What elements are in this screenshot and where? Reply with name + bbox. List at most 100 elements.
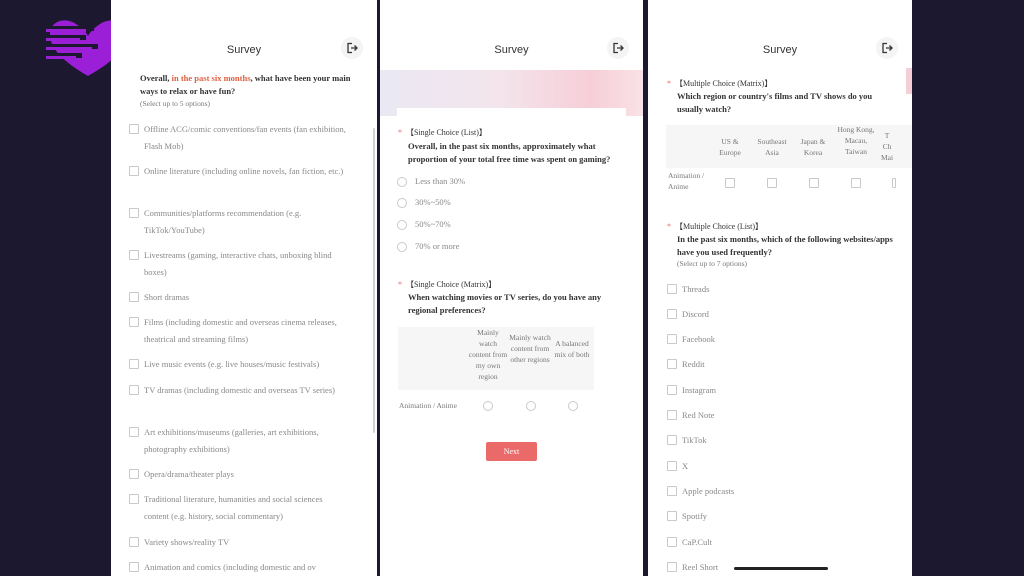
exit-button[interactable]: [607, 37, 629, 59]
survey-panel-1: Survey Overall, in the past six months, …: [111, 0, 377, 576]
matrix-checkbox[interactable]: [892, 178, 896, 188]
option-label: 30%~50%: [415, 197, 451, 207]
option-label: TV dramas (including domestic and overse…: [144, 385, 335, 395]
option-checkbox[interactable]: [129, 317, 139, 327]
option-radio[interactable]: [397, 242, 407, 252]
question-type-tag: * 【Single Choice (List)】: [398, 128, 487, 137]
matrix-checkbox[interactable]: [767, 178, 777, 188]
option-checkbox[interactable]: [667, 486, 677, 496]
option-checkbox[interactable]: [129, 359, 139, 369]
option-checkbox[interactable]: [129, 208, 139, 218]
option-label: Films (including domestic and overseas c…: [144, 317, 337, 344]
option-checkbox[interactable]: [667, 562, 677, 572]
option-checkbox[interactable]: [129, 427, 139, 437]
option-label: Discord: [682, 309, 709, 319]
home-indicator[interactable]: [734, 567, 828, 570]
question-title: Overall, in the past six months, what ha…: [140, 73, 351, 96]
page-title: Survey: [226, 44, 262, 56]
logout-icon: [613, 42, 624, 54]
logout-icon: [347, 42, 358, 54]
question-hint: (Select up to 5 options): [140, 99, 210, 108]
matrix-row-label: Animation / Anime: [399, 401, 457, 410]
option-checkbox[interactable]: [667, 537, 677, 547]
option-checkbox[interactable]: [129, 250, 139, 260]
option-label: Offline ACG/comic conventions/fan events…: [144, 124, 346, 151]
question-hint: (Select up to 7 options): [677, 259, 747, 268]
matrix-radio[interactable]: [483, 401, 493, 411]
option-checkbox[interactable]: [667, 334, 677, 344]
option-radio[interactable]: [397, 220, 407, 230]
option-checkbox[interactable]: [129, 385, 139, 395]
exit-button[interactable]: [876, 37, 898, 59]
option-label: Short dramas: [144, 292, 190, 302]
option-label: Reddit: [682, 359, 705, 369]
matrix-radio[interactable]: [568, 401, 578, 411]
panel-header: Survey: [380, 0, 643, 64]
option-label: Apple podcasts: [682, 486, 735, 496]
option-label: Livestreams (gaming, interactive chats, …: [144, 250, 332, 277]
option-label: Opera/drama/theater plays: [144, 469, 234, 479]
question-type-tag: * 【Multiple Choice (Matrix)】: [667, 79, 773, 88]
matrix-checkbox[interactable]: [725, 178, 735, 188]
option-checkbox[interactable]: [129, 537, 139, 547]
option-checkbox[interactable]: [667, 461, 677, 471]
option-label: Threads: [682, 284, 710, 294]
option-checkbox[interactable]: [667, 309, 677, 319]
option-checkbox[interactable]: [129, 166, 139, 176]
matrix-row-label: Animation / Anime: [668, 171, 705, 191]
matrix-column-header: Mainly watch content from my own region: [468, 328, 508, 381]
option-label: Online literature (including online nove…: [144, 166, 344, 176]
option-label: Art exhibitions/museums (galleries, art …: [144, 427, 319, 454]
option-label: Facebook: [682, 334, 716, 344]
option-label: Live music events (e.g. live houses/musi…: [144, 359, 320, 369]
option-label: Reel Short: [682, 562, 719, 572]
matrix-column-header: Mainly watch content from other regions: [509, 333, 551, 364]
question-title: Which region or country's films and TV s…: [677, 91, 873, 114]
panel-header: Survey: [648, 0, 912, 64]
option-checkbox[interactable]: [667, 284, 677, 294]
matrix-column-header: A balanced mix of both: [554, 339, 590, 359]
question-type-tag: * 【Multiple Choice (List)】: [667, 222, 763, 231]
matrix-column-header: US & Europe: [719, 137, 741, 157]
option-label: Red Note: [682, 410, 715, 420]
option-label: Instagram: [682, 385, 716, 395]
option-checkbox[interactable]: [129, 562, 139, 572]
option-label: 70% or more: [415, 241, 460, 251]
survey-panel-2: Survey * 【Single Choice (List)】 Overall, …: [380, 0, 643, 576]
option-label: CaP.Cult: [682, 537, 712, 547]
option-checkbox[interactable]: [667, 410, 677, 420]
option-checkbox[interactable]: [667, 435, 677, 445]
option-label: Spotify: [682, 511, 708, 521]
exit-button[interactable]: [341, 37, 363, 59]
option-label: 50%~70%: [415, 219, 451, 229]
option-checkbox[interactable]: [129, 469, 139, 479]
survey-panel-3: Survey * 【Multiple Choice (Matrix)】 Which…: [648, 0, 912, 576]
matrix-checkbox[interactable]: [809, 178, 819, 188]
logout-icon: [882, 42, 893, 54]
page-title: Survey: [494, 44, 529, 56]
option-label: Animation and comics (including domestic…: [144, 562, 316, 572]
scrollbar[interactable]: [373, 128, 375, 433]
option-radio[interactable]: [397, 198, 407, 208]
question-title: When watching movies or TV series, do yo…: [408, 292, 602, 315]
matrix-column-header: Japan & Korea: [800, 137, 826, 157]
next-button[interactable]: Next: [486, 442, 537, 461]
option-checkbox[interactable]: [667, 511, 677, 521]
matrix-column-header: Southeast Asia: [757, 137, 787, 157]
option-label: TikTok: [682, 435, 707, 445]
option-label: X: [682, 461, 689, 471]
option-label: Less than 30%: [415, 176, 466, 186]
option-radio[interactable]: [397, 177, 407, 187]
option-checkbox[interactable]: [667, 359, 677, 369]
option-checkbox[interactable]: [129, 124, 139, 134]
banner-edge: [906, 68, 912, 94]
option-label: Variety shows/reality TV: [144, 537, 230, 547]
matrix-radio[interactable]: [526, 401, 536, 411]
option-checkbox[interactable]: [129, 292, 139, 302]
option-checkbox[interactable]: [129, 494, 139, 504]
question-title: In the past six months, which of the fol…: [677, 234, 893, 257]
option-checkbox[interactable]: [667, 385, 677, 395]
option-label: Traditional literature, humanities and s…: [144, 494, 323, 521]
matrix-checkbox[interactable]: [851, 178, 861, 188]
matrix-column-header: Hong Kong, Macau, Taiwan: [837, 125, 875, 156]
